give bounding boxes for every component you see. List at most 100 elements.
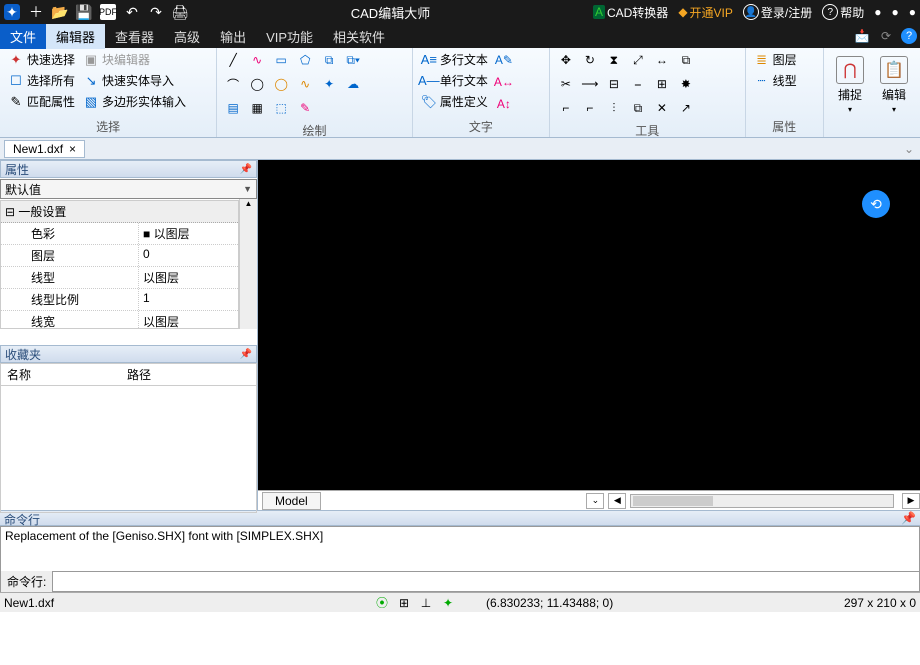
tab-dropdown-icon[interactable]: ⌄ [586,493,604,509]
mtext-button[interactable]: A≡多行文本 [419,50,490,69]
status-icon-1[interactable]: ⦿ [374,595,390,611]
stretch-icon[interactable]: ↔ [652,50,672,70]
polygon-input-button[interactable]: ▧多边形实体输入 [81,92,188,111]
close-icon[interactable]: ● [909,5,916,19]
fillet-icon[interactable]: ⌐ [556,98,576,118]
break-icon[interactable]: ⊟ [604,74,624,94]
layer-button[interactable]: ≣图层 [752,50,799,69]
menu-file[interactable]: 文件 [0,24,46,49]
prop-row-lscale[interactable]: 线型比例1 [1,289,238,311]
prop-general-header[interactable]: ⊟ 一般设置 [1,201,238,223]
pdf-icon[interactable]: PDF [100,4,116,20]
circle-icon[interactable]: ◯ [247,74,267,94]
textalign-icon[interactable]: A↔ [494,72,514,92]
app-icon[interactable]: ✦ [4,4,20,20]
cloud-icon[interactable]: ☁ [343,74,363,94]
polyline-icon[interactable]: ∿ [247,50,267,70]
options-icon[interactable]: 📩 [853,27,871,45]
extend-icon[interactable]: ⟶ [580,74,600,94]
prop-default-combo[interactable]: 默认值▼ [0,179,257,199]
converter-link[interactable]: ACAD转换器 [593,4,668,21]
chamfer-icon[interactable]: ⌐ [580,98,600,118]
attrdef-button[interactable]: 🏷属性定义 [419,92,490,111]
status-grid-icon[interactable]: ⊞ [396,595,412,611]
canvas-badge-icon[interactable]: ⟲ [862,190,890,218]
menu-vip[interactable]: VIP功能 [256,24,323,49]
h-scrollbar[interactable] [630,494,894,508]
hatch-icon[interactable]: ▤ [223,98,243,118]
help-link[interactable]: ?帮助 [822,4,864,21]
mirror-icon[interactable]: ⧗ [604,50,624,70]
status-perp-icon[interactable]: ⊥ [418,595,434,611]
edit-button[interactable]: 📋编辑▾ [874,50,914,120]
snap-button[interactable]: ⋂捕捉▾ [830,50,870,120]
login-link[interactable]: 👤登录/注册 [743,4,812,21]
model-tab[interactable]: Model [262,492,321,510]
print-icon[interactable]: 🖨 [172,4,188,20]
stext-button[interactable]: A—单行文本 [419,71,490,90]
block-drop-icon[interactable]: ⧉▾ [343,50,363,70]
prop-row-color[interactable]: 色彩■ 以图层 [1,223,238,245]
prop-row-ltype[interactable]: 线型以图层 [1,267,238,289]
block-edit-button[interactable]: ▣块编辑器 [81,50,188,69]
array-icon[interactable]: ⊞ [652,74,672,94]
match-props-button[interactable]: ✎匹配属性 [6,92,77,111]
ellipse-icon[interactable]: ◯ [271,74,291,94]
menu-output[interactable]: 输出 [210,24,256,49]
redo-icon[interactable]: ↷ [148,4,164,20]
scale-icon[interactable]: ⤢ [628,50,648,70]
save-icon[interactable]: 💾 [76,4,92,20]
prop-row-layer[interactable]: 图层0 [1,245,238,267]
linetype-button[interactable]: ┈线型 [752,71,799,90]
tab-expand-icon[interactable]: ⌄ [898,142,920,156]
block-icon[interactable]: ⧉ [319,50,339,70]
menu-related[interactable]: 相关软件 [323,24,395,49]
move-icon[interactable]: ✥ [556,50,576,70]
minimize-icon[interactable]: ● [874,5,881,19]
undo-icon[interactable]: ↶ [124,4,140,20]
sketch-icon[interactable]: ✎ [295,98,315,118]
lengthen-icon[interactable]: ↗ [676,98,696,118]
reload-icon[interactable]: ⟳ [877,27,895,45]
scroll-left-icon[interactable]: ◀ [608,493,626,509]
polygon-icon[interactable]: ⬠ [295,50,315,70]
region-icon[interactable]: ⬚ [271,98,291,118]
select-all-button[interactable]: ☐选择所有 [6,71,77,90]
line-icon[interactable]: ╱ [223,50,243,70]
status-snap-icon[interactable]: ✦ [440,595,456,611]
offset-icon[interactable]: ⧉ [676,50,696,70]
gradient-icon[interactable]: ▦ [247,98,267,118]
drawing-canvas[interactable]: ⟲ [258,160,920,490]
pin-icon[interactable]: 📌 [901,511,916,525]
prop-row-lweight[interactable]: 线宽以图层 [1,311,238,329]
prop-scrollbar[interactable]: ▲ [239,199,257,329]
pin-icon[interactable]: 📌 [240,349,252,360]
quick-select-button[interactable]: ✦快速选择 [6,50,77,69]
menu-viewer[interactable]: 查看器 [105,24,164,49]
copy-icon[interactable]: ⧉ [628,98,648,118]
command-input[interactable] [53,573,919,591]
tab-close-icon[interactable]: × [69,142,76,156]
textspace-icon[interactable]: A↕ [494,94,514,114]
open-icon[interactable]: 📂 [52,4,68,20]
quick-import-button[interactable]: ↘快速实体导入 [81,71,188,90]
scroll-right-icon[interactable]: ▶ [902,493,920,509]
explode-icon[interactable]: ✸ [676,74,696,94]
point-icon[interactable]: ✦ [319,74,339,94]
menu-advanced[interactable]: 高级 [164,24,210,49]
join-icon[interactable]: ⎯ [628,74,648,94]
erase-icon[interactable]: ✕ [652,98,672,118]
maximize-icon[interactable]: ● [892,5,899,19]
rect-icon[interactable]: ▭ [271,50,291,70]
rotate-icon[interactable]: ↻ [580,50,600,70]
arc-icon[interactable]: ⌒ [223,74,243,94]
help-icon[interactable]: ? [901,28,917,44]
vip-link[interactable]: ◆开通VIP [678,4,733,21]
align-icon[interactable]: ⫶ [604,98,624,118]
new-icon[interactable]: ＋ [28,4,44,20]
textedit-icon[interactable]: A✎ [494,50,514,70]
file-tab[interactable]: New1.dxf× [4,140,85,158]
spline-icon[interactable]: ∿ [295,74,315,94]
trim-icon[interactable]: ✂ [556,74,576,94]
pin-icon[interactable]: 📌 [240,164,252,175]
